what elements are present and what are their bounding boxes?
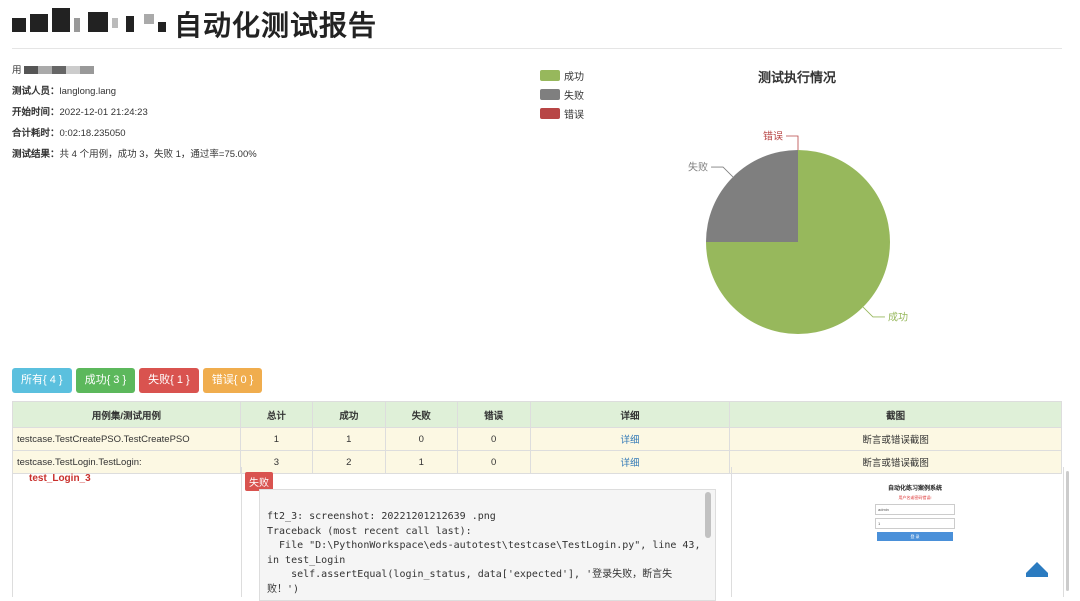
pie-label-1: 失败 xyxy=(688,161,708,174)
duration-row: 合计耗时：0:02:18.235050 xyxy=(12,127,257,148)
col-header: 用例集/测试用例 xyxy=(12,401,241,428)
screenshot-login-button: 登 录 xyxy=(877,532,953,541)
traceback-box[interactable]: ft2_3: screenshot: 20221201212639 .png T… xyxy=(259,489,716,601)
chart-legend: 成功 失败 错误 xyxy=(540,66,584,123)
pie-chart: 成功 失败 错误 xyxy=(688,130,908,334)
legend-swatch xyxy=(540,70,560,81)
title-bar: 自动化测试报告 xyxy=(12,0,1062,49)
tester-row: 测试人员：langlong.lang xyxy=(12,85,257,106)
legend-item-error[interactable]: 错误 xyxy=(540,104,584,123)
pie-leader-1 xyxy=(711,166,734,178)
screenshot-password: 1 xyxy=(875,518,955,529)
result-label: 测试结果： xyxy=(12,149,60,160)
duration-value: 0:02:18.235050 xyxy=(59,128,126,139)
legend-label: 失败 xyxy=(564,91,584,102)
summary-info: 用 测试人员：langlong.lang 开始时间：2022-12-01 21:… xyxy=(12,64,257,169)
legend-item-fail[interactable]: 失败 xyxy=(540,85,584,104)
case-name: test_Login_3 xyxy=(29,473,91,484)
result-row: 测试结果：共 4 个用例，成功 3，失败 1，通过率=75.00% xyxy=(12,148,257,169)
col-header: 成功 xyxy=(311,401,386,428)
back-to-top-icon[interactable] xyxy=(1026,562,1048,573)
divider xyxy=(241,467,242,597)
filter-all-button[interactable]: 所有{ 4 } xyxy=(12,368,72,393)
screenshot-cell: 断言或错误截图 xyxy=(729,427,1062,451)
tester-label: 测试人员： xyxy=(12,86,60,97)
back-to-top-bar xyxy=(1026,573,1048,577)
screenshot-error: 用户名或密码错误! xyxy=(898,495,932,500)
divider xyxy=(731,467,732,597)
legend-label: 错误 xyxy=(564,110,584,121)
start-value: 2022-12-01 21:24:23 xyxy=(59,107,148,118)
start-label: 开始时间： xyxy=(12,107,60,118)
pie-label-2: 错误 xyxy=(763,130,783,143)
filter-fail-button[interactable]: 失败{ 1 } xyxy=(139,368,199,393)
detail-cell: 详细 xyxy=(529,427,731,451)
page-title: 自动化测试报告 xyxy=(174,9,378,42)
total-cell: 1 xyxy=(239,427,313,451)
filter-buttons: 所有{ 4 } 成功{ 3 } 失败{ 1 } 错误{ 0 } xyxy=(12,368,266,393)
pie-slice-1[interactable] xyxy=(706,150,798,242)
legend-swatch xyxy=(540,89,560,100)
col-header: 截图 xyxy=(729,401,1062,428)
col-header: 总计 xyxy=(239,401,313,428)
filter-error-button[interactable]: 错误{ 0 } xyxy=(202,368,263,393)
tester-value: langlong.lang xyxy=(59,86,117,97)
project-label: 用 xyxy=(12,65,22,76)
pie-label-0: 成功 xyxy=(888,311,908,323)
chart-title: 测试执行情况 xyxy=(758,70,837,85)
redacted-logo xyxy=(12,8,167,34)
pie-leader-2 xyxy=(786,135,799,150)
pie-leader-0 xyxy=(862,306,885,318)
traceback-text: ft2_3: screenshot: 20221201212639 .png T… xyxy=(267,511,701,595)
table-header: 用例集/测试用例 总计 成功 失败 错误 详细 截图 xyxy=(12,401,1062,428)
col-header: 详细 xyxy=(529,401,731,428)
filter-pass-button[interactable]: 成功{ 3 } xyxy=(75,368,136,393)
result-value: 共 4 个用例，成功 3，失败 1，通过率=75.00% xyxy=(59,149,257,160)
result-table: 用例集/测试用例 总计 成功 失败 错误 详细 截图 testcase.Test… xyxy=(12,401,1062,474)
error-cell: 0 xyxy=(456,427,531,451)
duration-label: 合计耗时： xyxy=(12,128,60,139)
legend-swatch xyxy=(540,108,560,119)
screenshot-title: 自动化练习案例系统 xyxy=(887,486,942,492)
detail-link[interactable]: 详细 xyxy=(620,435,639,446)
legend-label: 成功 xyxy=(564,72,584,83)
pass-cell: 1 xyxy=(311,427,386,451)
legend-item-pass[interactable]: 成功 xyxy=(540,66,584,85)
scrollbar[interactable] xyxy=(1066,471,1069,591)
start-row: 开始时间：2022-12-01 21:24:23 xyxy=(12,106,257,127)
redacted-text xyxy=(24,66,95,75)
fail-cell: 0 xyxy=(384,427,458,451)
error-screenshot[interactable]: 自动化练习案例系统 用户名或密码错误! admin 1 登 录 xyxy=(865,483,965,573)
screenshot-username: admin xyxy=(875,504,955,515)
project-row: 用 xyxy=(12,64,257,85)
col-header: 失败 xyxy=(384,401,458,428)
scrollbar[interactable] xyxy=(705,492,711,538)
table-row: testcase.TestCreatePSO.TestCreatePSO 1 1… xyxy=(12,427,1062,451)
col-header: 错误 xyxy=(456,401,531,428)
suite-name: testcase.TestCreatePSO.TestCreatePSO xyxy=(12,427,241,451)
case-detail-row: test_Login_3 失败 ft2_3: screenshot: 20221… xyxy=(12,467,1069,601)
